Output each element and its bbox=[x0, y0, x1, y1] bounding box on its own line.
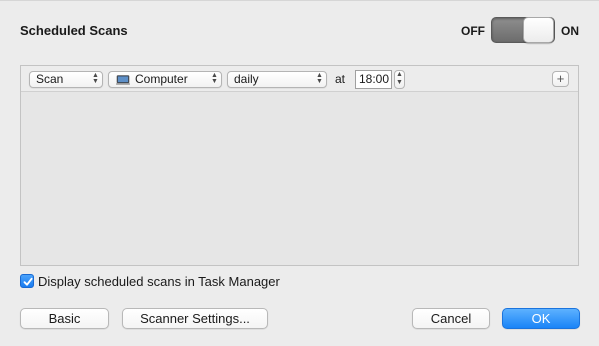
scan-target-popup[interactable]: Computer ▲ ▼ bbox=[108, 71, 222, 88]
toggle-on-label: ON bbox=[561, 24, 579, 38]
checkmark-icon bbox=[23, 277, 33, 286]
page-title: Scheduled Scans bbox=[20, 23, 128, 38]
task-manager-checkbox-label[interactable]: Display scheduled scans in Task Manager bbox=[38, 274, 280, 289]
at-label: at bbox=[335, 72, 346, 86]
popup-arrows-icon: ▲ ▼ bbox=[316, 72, 323, 85]
scheduled-scans-toggle[interactable] bbox=[491, 17, 555, 43]
schedule-list: Scan ▲ ▼ Computer ▲ ▼ daily ▲ ▼ at 18:00 ▲ ▼ bbox=[20, 65, 579, 266]
frequency-value: daily bbox=[234, 72, 259, 86]
scanner-settings-button[interactable]: Scanner Settings... bbox=[122, 308, 268, 329]
ok-button[interactable]: OK bbox=[502, 308, 580, 329]
scheduled-scans-window: Scheduled Scans OFF ON Scan ▲ ▼ Computer … bbox=[0, 0, 599, 346]
scan-type-popup[interactable]: Scan ▲ ▼ bbox=[29, 71, 103, 88]
toggle-off-label: OFF bbox=[461, 24, 485, 38]
basic-button[interactable]: Basic bbox=[20, 308, 109, 329]
schedule-row: Scan ▲ ▼ Computer ▲ ▼ daily ▲ ▼ at 18:00 ▲ ▼ bbox=[21, 66, 578, 92]
scan-type-value: Scan bbox=[36, 72, 64, 86]
popup-arrows-icon: ▲ ▼ bbox=[92, 72, 99, 85]
frequency-popup[interactable]: daily ▲ ▼ bbox=[227, 71, 327, 88]
popup-arrows-icon: ▲ ▼ bbox=[211, 72, 218, 85]
cancel-button[interactable]: Cancel bbox=[412, 308, 490, 329]
plus-icon: + bbox=[556, 71, 565, 86]
add-schedule-button[interactable]: + bbox=[552, 71, 569, 87]
time-field[interactable]: 18:00 bbox=[355, 70, 392, 89]
time-stepper[interactable]: ▲ ▼ bbox=[394, 70, 405, 89]
scan-target-value: Computer bbox=[135, 72, 188, 86]
task-manager-checkbox[interactable] bbox=[20, 274, 34, 288]
toggle-knob[interactable] bbox=[523, 17, 554, 43]
computer-icon bbox=[116, 75, 130, 85]
